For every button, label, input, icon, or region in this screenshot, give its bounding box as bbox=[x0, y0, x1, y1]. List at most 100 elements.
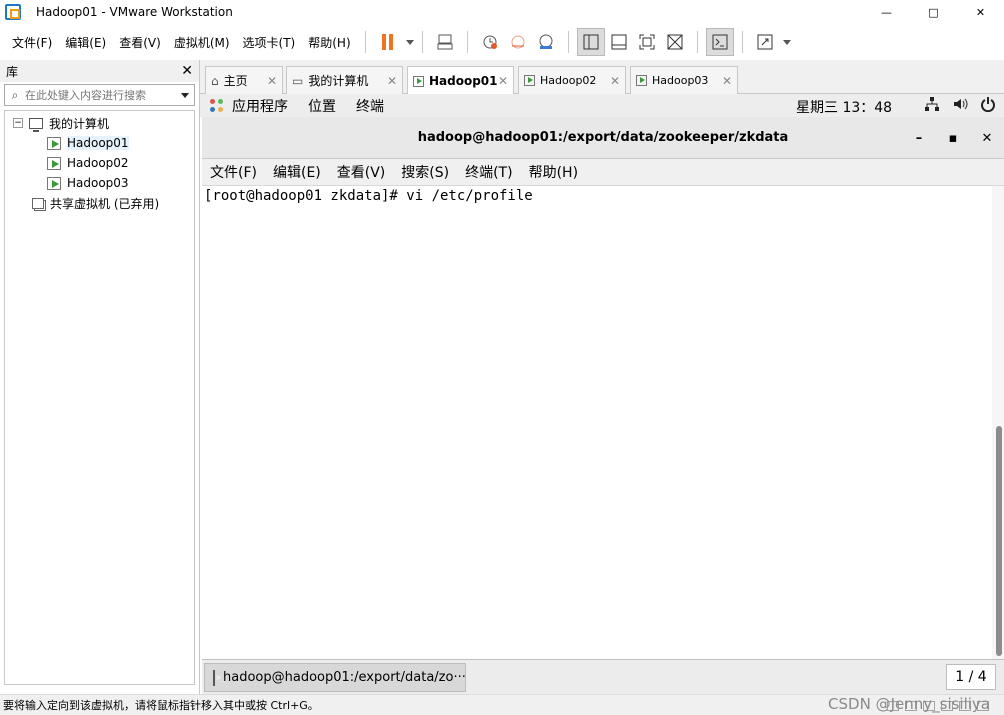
menu-file[interactable]: 文件(F) bbox=[6, 34, 58, 51]
search-dropdown-button[interactable] bbox=[176, 85, 194, 105]
terminal-scrollbar-thumb[interactable] bbox=[996, 426, 1002, 656]
terminal-minimize-button[interactable]: – bbox=[902, 131, 936, 146]
menu-tabs[interactable]: 选项卡(T) bbox=[237, 34, 302, 51]
fullscreen-icon bbox=[639, 34, 655, 50]
tree-label: 我的计算机 bbox=[49, 116, 110, 131]
revert-snapshot-button[interactable] bbox=[504, 28, 532, 56]
tree-item-shared-vms[interactable]: 共享虚拟机 (已弃用) bbox=[5, 193, 194, 213]
tree-item-my-computer[interactable]: − 我的计算机 bbox=[5, 113, 194, 133]
vm-running-icon bbox=[47, 136, 61, 150]
tab-label: Hadoop03 bbox=[652, 74, 709, 87]
vmware-logo-icon bbox=[5, 4, 21, 20]
console-icon bbox=[712, 34, 728, 50]
sidebar-layout-icon bbox=[583, 34, 599, 50]
terminal-app-icon bbox=[213, 669, 226, 686]
menu-help[interactable]: 帮助(H) bbox=[302, 34, 356, 51]
taskbar-terminal-item[interactable]: hadoop@hadoop01:/export/data/zo··· bbox=[204, 663, 466, 692]
tab-close-button[interactable]: ✕ bbox=[267, 74, 277, 88]
maximize-button[interactable]: □ bbox=[910, 0, 957, 24]
terminal-menu-terminal[interactable]: 终端(T) bbox=[457, 162, 520, 182]
snapshot-manager-button[interactable] bbox=[532, 28, 560, 56]
terminal-scrollbar[interactable] bbox=[992, 186, 1004, 659]
tree-item-hadoop02[interactable]: Hadoop02 bbox=[5, 153, 194, 173]
toolbar-separator bbox=[567, 31, 569, 53]
tab-close-button[interactable]: ✕ bbox=[387, 74, 397, 88]
gnome-clock[interactable]: 星期三 13：48 bbox=[796, 97, 892, 117]
tab-label: 我的计算机 bbox=[308, 74, 369, 88]
menu-toolbar: 文件(F) 编辑(E) 查看(V) 虚拟机(M) 选项卡(T) 帮助(H) bbox=[0, 24, 1004, 60]
terminal-window-controls: – ▪ ✕ bbox=[902, 117, 1004, 159]
tab-hadoop03[interactable]: Hadoop03 ✕ bbox=[630, 66, 738, 94]
terminal-menubar: 文件(F) 编辑(E) 查看(V) 搜索(S) 终端(T) 帮助(H) bbox=[202, 159, 1004, 186]
toolbar-separator bbox=[741, 31, 743, 53]
power-dropdown-icon[interactable] bbox=[405, 39, 414, 45]
terminal-menu-edit[interactable]: 编辑(E) bbox=[265, 162, 329, 182]
show-thumbnail-bar-button[interactable] bbox=[605, 28, 633, 56]
terminal-close-button[interactable]: ✕ bbox=[970, 131, 1004, 146]
tab-close-button[interactable]: ✕ bbox=[498, 74, 508, 88]
vm-running-icon bbox=[47, 156, 61, 170]
vm-icon bbox=[413, 75, 424, 87]
console-view-button[interactable] bbox=[705, 28, 734, 56]
pause-icon bbox=[382, 34, 394, 50]
stretch-icon bbox=[757, 34, 773, 50]
minimize-button[interactable]: — bbox=[863, 0, 910, 24]
toolbar-separator bbox=[421, 31, 423, 53]
network-icon bbox=[925, 97, 939, 111]
tree-collapse-toggle[interactable]: − bbox=[13, 118, 23, 128]
pause-button[interactable] bbox=[374, 28, 402, 56]
library-close-button[interactable]: ✕ bbox=[181, 63, 193, 79]
terminal-menu-help[interactable]: 帮助(H) bbox=[521, 162, 586, 182]
terminal-titlebar[interactable]: hadoop@hadoop01:/export/data/zookeeper/z… bbox=[202, 117, 1004, 159]
tab-hadoop01[interactable]: Hadoop01 ✕ bbox=[407, 66, 514, 95]
taskbar-item-label: hadoop@hadoop01:/export/data/zo··· bbox=[223, 670, 466, 685]
stretch-dropdown-icon[interactable] bbox=[782, 39, 791, 45]
search-icon: ⌕ bbox=[11, 87, 19, 102]
gnome-system-tray[interactable] bbox=[924, 96, 996, 112]
library-header: 库 ✕ bbox=[0, 60, 199, 82]
close-button[interactable]: ✕ bbox=[957, 0, 1004, 24]
gnome-places-menu[interactable]: 位置 bbox=[308, 96, 336, 116]
tree-label: Hadoop03 bbox=[67, 176, 129, 190]
status-bar: 要将输入定向到该虚拟机，请将鼠标指针移入其中或按 Ctrl+G。 CSDN @J… bbox=[0, 694, 1004, 715]
vm-icon bbox=[524, 75, 535, 86]
tab-close-button[interactable]: ✕ bbox=[722, 74, 732, 88]
send-ctrl-alt-del-button[interactable] bbox=[431, 28, 459, 56]
tree-item-hadoop03[interactable]: Hadoop03 bbox=[5, 173, 194, 193]
unity-button[interactable] bbox=[661, 28, 689, 56]
terminal-command-line: [root@hadoop01 zkdata]# vi /etc/profile bbox=[204, 188, 533, 204]
library-search-input[interactable] bbox=[25, 88, 176, 102]
snapshot-button[interactable] bbox=[476, 28, 504, 56]
library-search: ⌕ bbox=[4, 84, 195, 106]
tree-item-hadoop01[interactable]: Hadoop01 bbox=[5, 133, 194, 153]
terminal-menu-file[interactable]: 文件(F) bbox=[202, 162, 265, 182]
window-title: Hadoop01 - VMware Workstation bbox=[36, 5, 233, 19]
guest-display[interactable]: 应用程序 位置 终端 星期三 13：48 hadoop@hadoop01:/ex… bbox=[200, 94, 1004, 694]
workspace-indicator[interactable]: 1 / 4 bbox=[946, 664, 996, 690]
tab-home[interactable]: ⌂ 主页 ✕ bbox=[205, 66, 283, 94]
menu-view[interactable]: 查看(V) bbox=[113, 34, 167, 51]
terminal-menu-view[interactable]: 查看(V) bbox=[329, 162, 394, 182]
menu-edit[interactable]: 编辑(E) bbox=[59, 34, 112, 51]
tab-label: 主页 bbox=[223, 74, 248, 88]
keyboard-icon bbox=[437, 34, 453, 50]
power-icon bbox=[981, 97, 995, 112]
terminal-output[interactable]: [root@hadoop01 zkdata]# vi /etc/profile bbox=[202, 186, 992, 659]
tab-close-button[interactable]: ✕ bbox=[610, 74, 620, 88]
title-bar: Hadoop01 - VMware Workstation — □ ✕ bbox=[0, 0, 1004, 24]
terminal-maximize-button[interactable]: ▪ bbox=[936, 131, 970, 146]
tree-label: 共享虚拟机 (已弃用) bbox=[50, 196, 160, 211]
menu-vm[interactable]: 虚拟机(M) bbox=[168, 34, 236, 51]
tab-my-computer[interactable]: ▭ 我的计算机 ✕ bbox=[286, 66, 403, 94]
full-screen-button[interactable] bbox=[633, 28, 661, 56]
stretch-guest-button[interactable] bbox=[751, 28, 779, 56]
gnome-applications-menu[interactable]: 应用程序 bbox=[232, 96, 288, 116]
revert-snapshot-icon bbox=[511, 35, 525, 49]
tab-hadoop02[interactable]: Hadoop02 ✕ bbox=[518, 66, 626, 94]
monitor-icon: ▭ bbox=[292, 73, 304, 88]
vm-running-icon bbox=[47, 176, 61, 190]
unity-icon bbox=[667, 34, 683, 50]
show-library-button[interactable] bbox=[576, 28, 605, 56]
terminal-menu-search[interactable]: 搜索(S) bbox=[393, 162, 457, 182]
gnome-terminal-menu[interactable]: 终端 bbox=[356, 96, 384, 116]
